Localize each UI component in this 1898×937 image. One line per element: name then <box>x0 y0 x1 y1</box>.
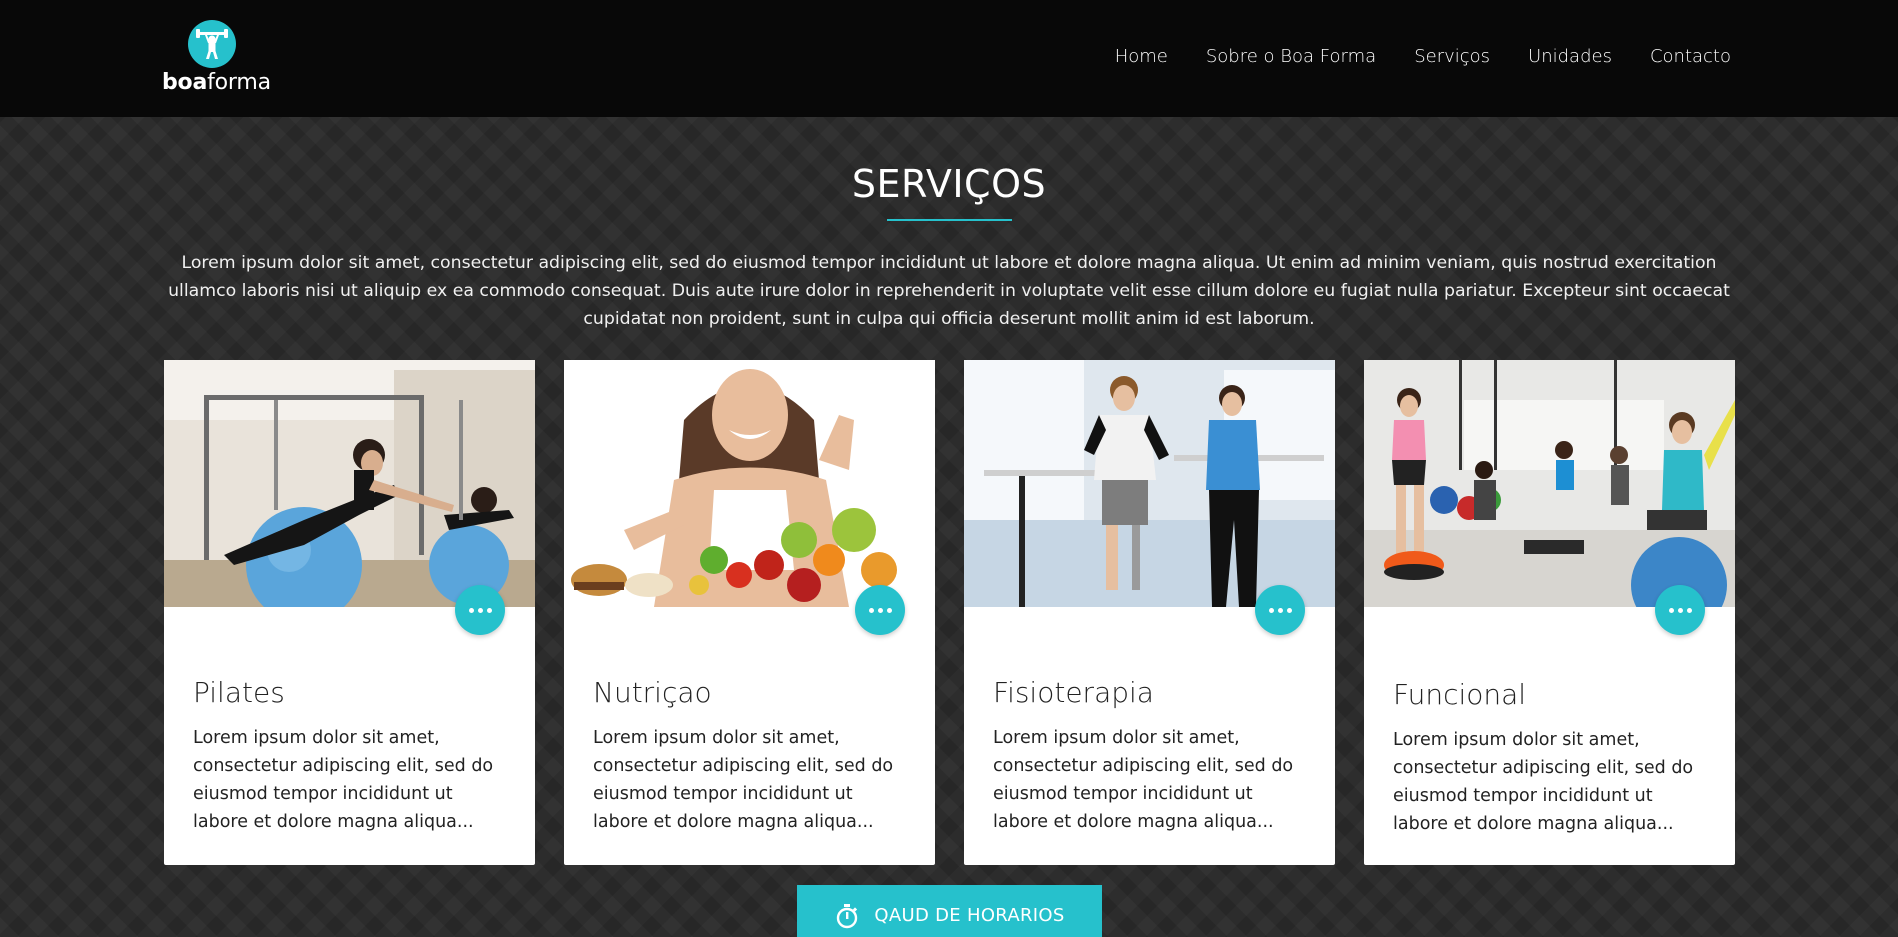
nav-sobre[interactable]: Sobre o Boa Forma <box>1206 46 1376 67</box>
schedule-button-label: QAUD DE HORARIOS <box>874 905 1065 926</box>
pilates-image <box>164 360 535 607</box>
brand-logo[interactable]: boaforma <box>162 20 271 96</box>
physiotherapy-image <box>964 360 1335 607</box>
service-card-funcional: Funcional Lorem ipsum dolor sit amet, co… <box>1364 360 1735 865</box>
card-text: Lorem ipsum dolor sit amet, consectetur … <box>593 728 894 832</box>
schedule-button[interactable]: QAUD DE HORARIOS <box>797 885 1102 937</box>
card-title: Fisioterapia <box>993 676 1154 709</box>
main-nav: Home Sobre o Boa Forma Serviços Unidades… <box>1115 46 1731 67</box>
card-text: Lorem ipsum dolor sit amet, consectetur … <box>193 728 494 832</box>
title-underline <box>887 219 1012 221</box>
more-button-nutricao[interactable] <box>855 585 905 635</box>
section-intro: Lorem ipsum dolor sit amet, consectetur … <box>168 253 1730 329</box>
section-title: SERVIÇOS <box>851 162 1047 206</box>
card-title: Nutriçao <box>593 676 712 709</box>
more-button-fisioterapia[interactable] <box>1255 585 1305 635</box>
more-button-funcional[interactable] <box>1655 585 1705 635</box>
functional-training-image <box>1364 360 1735 607</box>
weightlifter-icon <box>188 20 236 68</box>
nutrition-image <box>564 360 935 607</box>
service-card-nutricao: Nutriçao Lorem ipsum dolor sit amet, con… <box>564 360 935 865</box>
nav-unidades[interactable]: Unidades <box>1528 46 1612 67</box>
nav-contacto[interactable]: Contacto <box>1650 46 1731 67</box>
card-text: Lorem ipsum dolor sit amet, consectetur … <box>993 728 1294 832</box>
service-card-fisioterapia: Fisioterapia Lorem ipsum dolor sit amet,… <box>964 360 1335 865</box>
service-card-pilates: Pilates Lorem ipsum dolor sit amet, cons… <box>164 360 535 865</box>
nav-servicos[interactable]: Serviços <box>1414 46 1490 67</box>
card-text: Lorem ipsum dolor sit amet, consectetur … <box>1393 730 1694 834</box>
more-button-pilates[interactable] <box>455 585 505 635</box>
brand-name: boaforma <box>162 70 271 95</box>
nav-home[interactable]: Home <box>1115 46 1168 67</box>
card-title: Funcional <box>1393 678 1527 711</box>
card-title: Pilates <box>193 676 285 709</box>
stopwatch-icon <box>834 904 860 934</box>
site-header: boaforma Home Sobre o Boa Forma Serviços… <box>0 0 1898 117</box>
